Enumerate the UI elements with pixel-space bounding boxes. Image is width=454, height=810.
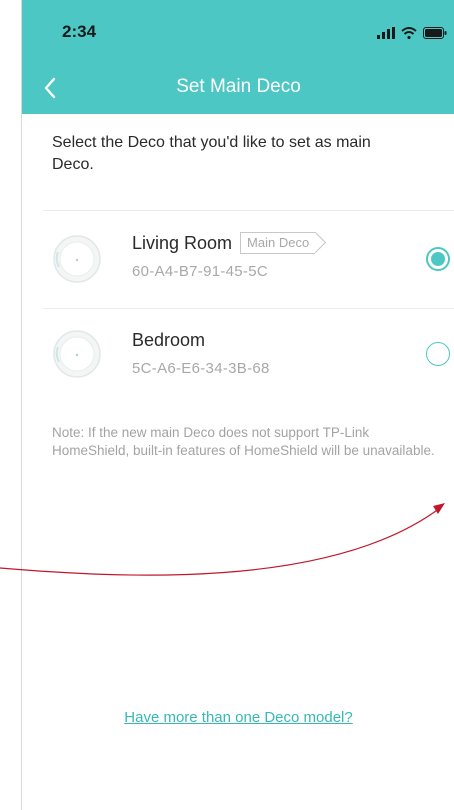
status-time: 2:34 bbox=[62, 22, 97, 41]
deco-mac-address: 5C-A6-E6-34-3B-68 bbox=[132, 360, 270, 377]
nav-bar: Set Main Deco bbox=[22, 62, 454, 114]
deco-name: Living Room Main Deco bbox=[132, 231, 316, 256]
deco-device-icon bbox=[53, 330, 101, 378]
more-deco-models-link[interactable]: Have more than one Deco model? bbox=[22, 709, 454, 726]
radio-selected[interactable] bbox=[426, 247, 450, 271]
status-bar: 2:34 bbox=[22, 0, 454, 62]
battery-icon bbox=[423, 27, 447, 39]
cellular-signal-icon bbox=[377, 27, 395, 39]
note-text: Note: If the new main Deco does not supp… bbox=[52, 425, 435, 458]
phone-screen: 2:34 Set Main Deco Select the Deco that … bbox=[21, 0, 454, 810]
main-content: Select the Deco that you'd like to set a… bbox=[22, 114, 454, 810]
deco-device-icon bbox=[53, 235, 101, 283]
instruction-text: Select the Deco that you'd like to set a… bbox=[52, 134, 371, 173]
status-icons bbox=[377, 26, 447, 40]
page-title: Set Main Deco bbox=[176, 76, 301, 97]
deco-mac-address: 60-A4-B7-91-45-5C bbox=[132, 263, 268, 280]
deco-row-living-room[interactable]: Living Room Main Deco 60-A4-B7-91-45-5C bbox=[22, 211, 454, 307]
wifi-icon bbox=[401, 27, 417, 39]
main-deco-tag: Main Deco bbox=[240, 231, 316, 254]
deco-name-text: Living Room bbox=[132, 233, 233, 253]
radio-unselected[interactable] bbox=[426, 342, 450, 366]
deco-row-bedroom[interactable]: Bedroom 5C-A6-E6-34-3B-68 bbox=[22, 309, 454, 405]
deco-name-text: Bedroom bbox=[132, 330, 206, 350]
